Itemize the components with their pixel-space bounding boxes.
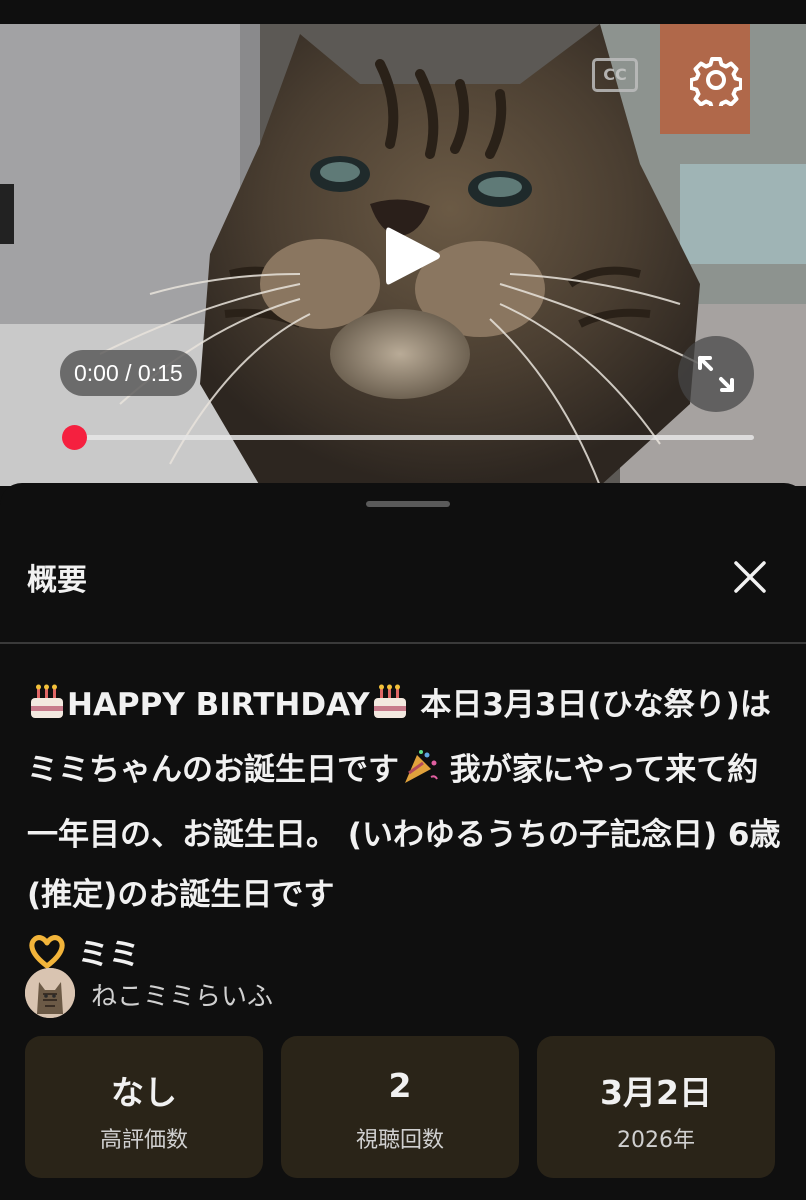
play-icon[interactable] — [380, 224, 444, 288]
progress-scrubber[interactable] — [62, 425, 87, 450]
birthday-cake-icon — [370, 680, 410, 740]
avatar[interactable] — [25, 968, 75, 1018]
stat-label: 2026年 — [617, 1128, 695, 1153]
time-display: 0:00 / 0:15 — [60, 350, 197, 396]
top-bar — [0, 0, 806, 24]
drag-handle[interactable] — [366, 501, 450, 507]
party-popper-icon — [399, 745, 439, 805]
description-panel: 概要 HAPPY BIRTHDAY 本日3月3日(ひな祭り)は ミミちゃんのお誕… — [0, 483, 806, 1200]
stat-value: 2 — [388, 1066, 412, 1105]
description-text: ミミ — [67, 937, 140, 973]
fullscreen-icon[interactable] — [678, 336, 754, 412]
cc-icon[interactable]: CC — [592, 58, 638, 92]
video-description: HAPPY BIRTHDAY 本日3月3日(ひな祭り)は ミミちゃんのお誕生日で… — [27, 675, 787, 990]
divider — [0, 642, 806, 644]
stat-value: なし — [111, 1073, 177, 1112]
stat-likes: なし 高評価数 — [25, 1036, 263, 1178]
stat-views: 2 視聴回数 — [281, 1036, 519, 1178]
stat-label: 高評価数 — [99, 1128, 188, 1153]
description-text: HAPPY BIRTHDAY — [67, 687, 370, 723]
panel-title: 概要 — [27, 563, 87, 598]
progress-bar[interactable] — [74, 435, 754, 440]
stat-date: 3月2日 2026年 — [537, 1036, 775, 1178]
stat-value: 3月2日 — [600, 1073, 712, 1112]
gear-icon[interactable] — [689, 54, 743, 111]
birthday-cake-icon — [27, 680, 67, 740]
close-icon[interactable] — [730, 557, 770, 597]
stat-label: 視聴回数 — [355, 1128, 444, 1153]
video-player[interactable]: CC 0:00 / 0:15 — [0, 24, 806, 486]
channel-name[interactable]: ねこミミらいふ — [91, 976, 273, 1013]
